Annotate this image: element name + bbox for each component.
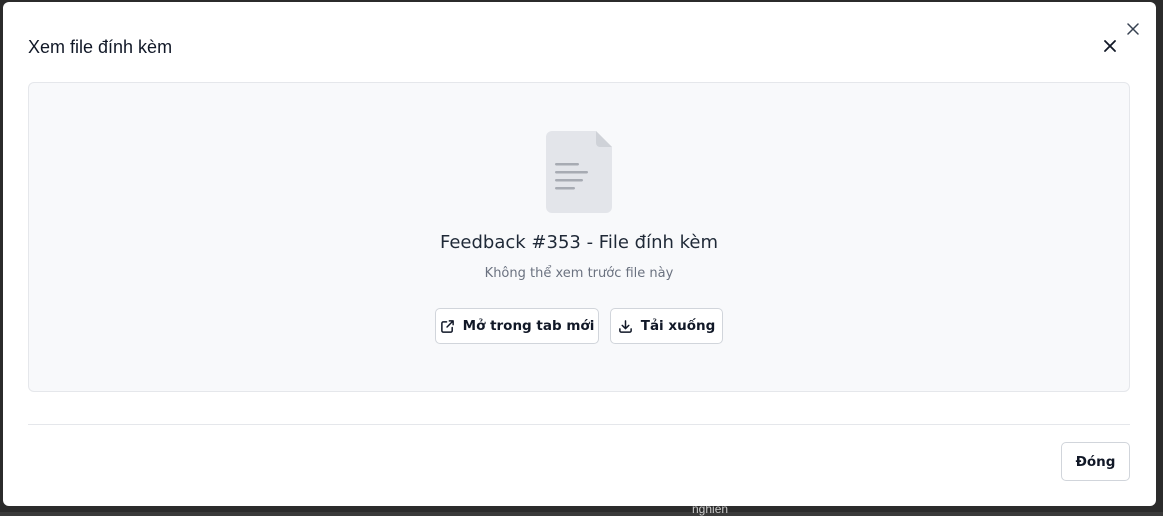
- close-icon: [1104, 40, 1116, 52]
- download-label: Tải xuống: [640, 318, 716, 334]
- close-dialog-label: Đóng: [1075, 453, 1116, 470]
- file-name: Feedback #353 - File đính kèm: [439, 232, 718, 253]
- outer-close-button[interactable]: [1123, 19, 1143, 39]
- close-dialog-button[interactable]: Đóng: [1061, 442, 1130, 481]
- attachment-dialog: Xem file đính kèm Feedback #353 - File đ…: [3, 2, 1156, 506]
- footer-divider: [28, 424, 1130, 425]
- open-new-tab-label: Mở trong tab mới: [462, 318, 595, 334]
- dialog-close-button[interactable]: [1100, 36, 1120, 56]
- preview-unavailable-message: Không thể xem trước file này: [484, 266, 674, 281]
- download-button[interactable]: Tải xuống: [610, 308, 723, 344]
- close-icon: [1127, 23, 1139, 35]
- external-link-icon: [440, 319, 454, 333]
- document-icon: [546, 131, 612, 213]
- dialog-title: Xem file đính kèm: [28, 37, 173, 57]
- download-icon: [618, 319, 632, 333]
- file-preview-panel: Feedback #353 - File đính kèm Không thể …: [28, 82, 1130, 392]
- open-new-tab-button[interactable]: Mở trong tab mới: [435, 308, 599, 344]
